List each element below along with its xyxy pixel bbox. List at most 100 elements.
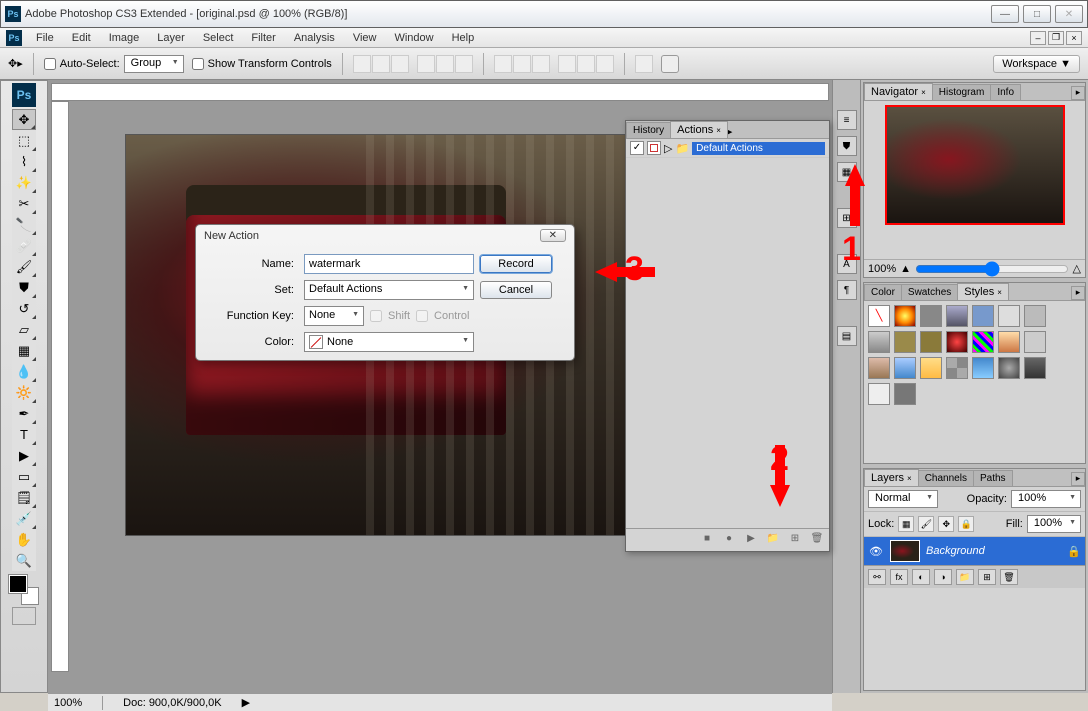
adjustment-layer-icon[interactable]: ◑ <box>934 569 952 585</box>
lasso-tool[interactable]: ⌇ <box>12 151 36 172</box>
distribute-hcenter-icon[interactable] <box>577 55 595 73</box>
style-swatch[interactable] <box>894 383 916 405</box>
zoom-tool[interactable]: 🔍 <box>12 550 36 571</box>
style-swatch[interactable] <box>972 305 994 327</box>
minimize-button[interactable]: — <box>991 5 1019 23</box>
navigator-menu-icon[interactable]: ▸ <box>1071 86 1085 100</box>
blur-tool[interactable]: 💧 <box>12 361 36 382</box>
style-swatch[interactable] <box>868 383 890 405</box>
new-group-icon[interactable]: 📁 <box>956 569 974 585</box>
distribute-right-icon[interactable] <box>596 55 614 73</box>
auto-align-icon[interactable] <box>635 55 653 73</box>
status-arrow-icon[interactable]: ▶ <box>242 696 250 709</box>
distribute-bottom-icon[interactable] <box>532 55 550 73</box>
hand-tool[interactable]: ✋ <box>12 529 36 550</box>
tab-swatches[interactable]: Swatches <box>901 284 958 300</box>
style-swatch[interactable] <box>972 357 994 379</box>
menu-view[interactable]: View <box>345 30 385 46</box>
style-swatch[interactable] <box>1024 305 1046 327</box>
gradient-tool[interactable]: ▦ <box>12 340 36 361</box>
auto-select-dropdown[interactable]: Group <box>124 55 184 73</box>
style-none[interactable]: ╲ <box>868 305 890 327</box>
layer-mask-icon[interactable]: ◐ <box>912 569 930 585</box>
close-button[interactable]: ✕ <box>1055 5 1083 23</box>
name-input[interactable] <box>304 254 474 274</box>
tab-actions[interactable]: Actions× <box>670 121 728 138</box>
dock-brushes-icon[interactable]: ≡ <box>837 110 857 130</box>
menu-filter[interactable]: Filter <box>243 30 283 46</box>
fkey-dropdown[interactable]: None <box>304 306 364 326</box>
style-swatch[interactable] <box>868 331 890 353</box>
dock-toolpresets-icon[interactable]: ▦ <box>837 162 857 182</box>
color-dropdown[interactable]: None <box>304 332 474 352</box>
slice-tool[interactable]: 🔪 <box>12 214 36 235</box>
styles-menu-icon[interactable]: ▸ <box>1071 286 1085 300</box>
heal-tool[interactable]: 🩹 <box>12 235 36 256</box>
align-vcenter-icon[interactable] <box>372 55 390 73</box>
tab-paths[interactable]: Paths <box>973 470 1013 486</box>
style-swatch[interactable] <box>894 357 916 379</box>
style-swatch[interactable] <box>946 305 968 327</box>
tab-layers[interactable]: Layers× <box>864 469 919 486</box>
lock-transparency-icon[interactable]: ▦ <box>898 516 914 532</box>
menu-help[interactable]: Help <box>444 30 483 46</box>
navigator-thumbnail[interactable] <box>885 105 1065 225</box>
layers-menu-icon[interactable]: ▸ <box>1071 472 1085 486</box>
opacity-input[interactable]: 100% <box>1011 490 1081 508</box>
brush-tool[interactable]: 🖌 <box>12 256 36 277</box>
notes-tool[interactable]: 🗒 <box>12 487 36 508</box>
action-dialog-toggle[interactable] <box>647 141 661 155</box>
quick-mask-toggle[interactable] <box>12 607 36 625</box>
style-swatch[interactable] <box>920 331 942 353</box>
layer-thumbnail[interactable] <box>890 540 920 562</box>
style-swatch[interactable] <box>946 331 968 353</box>
style-swatch[interactable] <box>946 357 968 379</box>
style-swatch[interactable] <box>1024 357 1046 379</box>
distribute-left-icon[interactable] <box>558 55 576 73</box>
eyedropper-tool[interactable]: 💉 <box>12 508 36 529</box>
tab-history[interactable]: History <box>626 122 671 138</box>
tab-histogram[interactable]: Histogram <box>932 84 992 100</box>
show-transform-checkbox[interactable] <box>192 58 204 70</box>
stamp-tool[interactable]: ⛊ <box>12 277 36 298</box>
style-swatch[interactable] <box>920 305 942 327</box>
style-swatch[interactable] <box>998 305 1020 327</box>
menu-window[interactable]: Window <box>386 30 441 46</box>
move-tool[interactable]: ✥ <box>12 109 36 130</box>
dodge-tool[interactable]: 🔆 <box>12 382 36 403</box>
menu-file[interactable]: File <box>28 30 62 46</box>
style-swatch[interactable] <box>972 331 994 353</box>
dialog-close-button[interactable]: ✕ <box>540 229 566 242</box>
dock-character-icon[interactable]: A <box>837 254 857 274</box>
doc-close-button[interactable]: × <box>1066 31 1082 45</box>
set-dropdown[interactable]: Default Actions <box>304 280 474 300</box>
menu-select[interactable]: Select <box>195 30 242 46</box>
shape-tool[interactable]: ▭ <box>12 466 36 487</box>
navigator-zoom-slider[interactable] <box>915 263 1069 275</box>
history-brush-tool[interactable]: ↺ <box>12 298 36 319</box>
record-icon[interactable]: ● <box>721 533 737 547</box>
dock-measurement-icon[interactable]: ▤ <box>837 326 857 346</box>
visibility-icon[interactable]: 👁 <box>868 543 884 559</box>
record-button[interactable]: Record <box>480 255 552 273</box>
tab-navigator[interactable]: Navigator× <box>864 83 933 100</box>
style-swatch[interactable] <box>998 357 1020 379</box>
path-select-tool[interactable]: ▶ <box>12 445 36 466</box>
tab-color[interactable]: Color <box>864 284 902 300</box>
link-layers-icon[interactable]: ⚯ <box>868 569 886 585</box>
menu-image[interactable]: Image <box>101 30 148 46</box>
dock-clone-icon[interactable]: ⛊ <box>837 136 857 156</box>
action-toggle-checkbox[interactable]: ✓ <box>630 141 644 155</box>
style-swatch[interactable] <box>998 331 1020 353</box>
color-swatch[interactable] <box>9 575 39 605</box>
workspace-button[interactable]: Workspace ▼ <box>993 55 1080 73</box>
workspace-icon[interactable] <box>661 55 679 73</box>
new-layer-icon[interactable]: ⊞ <box>978 569 996 585</box>
menu-edit[interactable]: Edit <box>64 30 99 46</box>
zoom-in-icon[interactable]: △ <box>1073 262 1081 275</box>
auto-select-checkbox[interactable] <box>44 58 56 70</box>
tab-styles[interactable]: Styles× <box>957 283 1009 300</box>
align-hcenter-icon[interactable] <box>436 55 454 73</box>
doc-restore-button[interactable]: ❐ <box>1048 31 1064 45</box>
align-right-icon[interactable] <box>455 55 473 73</box>
